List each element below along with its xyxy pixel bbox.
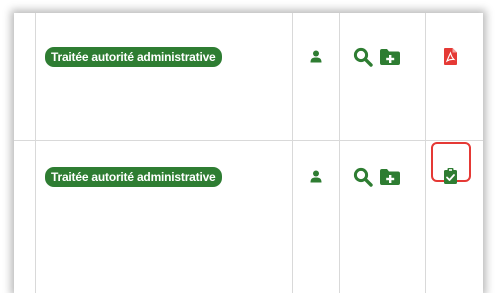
user-icon[interactable] [310,50,322,63]
user-icon[interactable] [310,170,322,183]
column-divider [339,13,340,293]
search-icon[interactable] [353,47,373,67]
row-divider [14,140,483,141]
table-frame: Traitée autorité administrative Traitée … [14,13,483,293]
folder-plus-icon[interactable] [379,168,401,186]
status-badge: Traitée autorité administrative [45,47,222,67]
column-divider [292,13,293,293]
results-table: Traitée autorité administrative Traitée … [14,13,483,293]
clipboard-check-icon[interactable] [444,168,457,184]
search-icon[interactable] [353,167,373,187]
status-badge: Traitée autorité administrative [45,167,222,187]
column-divider [35,13,36,293]
column-divider [425,13,426,293]
pdf-file-icon[interactable] [444,48,457,65]
folder-plus-icon[interactable] [379,48,401,66]
